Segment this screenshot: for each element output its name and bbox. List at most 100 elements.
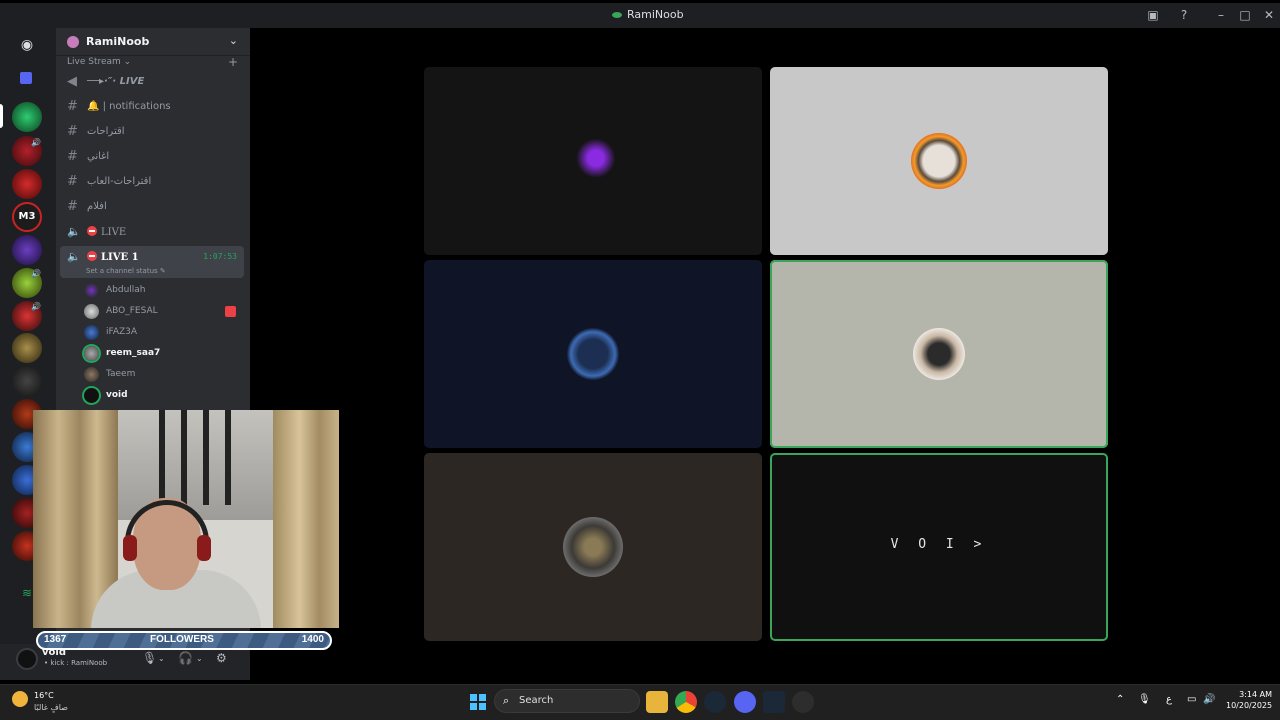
discord-home-icon[interactable]: ◉: [12, 32, 42, 62]
avatar: [84, 367, 99, 382]
settings-gear-icon[interactable]: ⚙: [216, 651, 227, 665]
speaker-icon: 🔊: [31, 138, 41, 147]
taskbar-search[interactable]: ⌕ Search: [494, 689, 640, 713]
folder-icon[interactable]: [20, 72, 32, 84]
username: Taeem: [106, 369, 136, 379]
network-icon[interactable]: ▭: [1187, 694, 1196, 705]
channel-label: 🔔 | notifications: [87, 101, 171, 112]
app-icon-obs[interactable]: [704, 691, 726, 713]
window-title: RamiNoob: [612, 8, 684, 21]
speaker-active-icon: 🔈: [67, 250, 81, 263]
voice-user-abo-fesal[interactable]: ABO_FESAL: [84, 303, 244, 321]
taskbar-clock[interactable]: 3:14 AM 10/20/2025: [1226, 689, 1272, 711]
channel-voice-live[interactable]: 🔈 LIVE: [60, 221, 244, 243]
headphone-cup-left: [123, 535, 137, 561]
avatar: [84, 304, 99, 319]
search-label: Search: [519, 695, 554, 706]
clock-time: 3:14 AM: [1239, 690, 1272, 699]
audio-options-chevron-icon[interactable]: ⌄: [196, 654, 203, 663]
avatar: [84, 283, 99, 298]
chevron-down-icon[interactable]: ⌄: [229, 34, 238, 47]
channel-label: LIVE: [101, 227, 127, 238]
inbox-icon[interactable]: ▣: [1146, 8, 1160, 22]
channel-songs[interactable]: # اغاني: [60, 146, 244, 168]
webcam-overlay: [33, 410, 339, 628]
windows-start-icon[interactable]: [467, 691, 489, 713]
close-button[interactable]: ✕: [1261, 7, 1277, 23]
participant-avatar: [913, 328, 965, 380]
tray-microphone-icon[interactable]: 🎙: [1138, 694, 1151, 705]
windows-taskbar: 16°C صافٍ غالبًا ⌕ Search ⌃ 🎙 ع ▭ 🔊 3:14…: [0, 684, 1280, 720]
voice-user-void[interactable]: void: [84, 387, 244, 405]
participant-tile-abdullah[interactable]: [424, 67, 762, 255]
server-header[interactable]: RamiNoob ⌄: [56, 28, 250, 56]
add-channel-icon[interactable]: +: [228, 55, 238, 69]
user-avatar[interactable]: [16, 648, 38, 670]
volume-icon[interactable]: 🔊: [1203, 694, 1215, 705]
server-icon-gamers[interactable]: [12, 235, 42, 265]
participant-tile-reem-saa7[interactable]: [770, 260, 1108, 448]
megaphone-icon: ◀: [67, 74, 77, 89]
participant-avatar: [565, 133, 621, 189]
no-entry-icon: [87, 226, 97, 236]
voice-stage: V O I >: [250, 28, 1280, 680]
username: ABO_FESAL: [106, 306, 158, 316]
voice-user-ifaz3a[interactable]: iFAZ3A: [84, 324, 244, 342]
cam-window-bars: [143, 410, 243, 505]
server-icon-m3[interactable]: M3: [12, 202, 42, 232]
speaker-icon: 🔊: [31, 302, 41, 311]
app-icon: [612, 11, 622, 18]
hash-icon: #: [67, 124, 78, 139]
followers-current: 1367: [44, 634, 67, 645]
streaming-badge: [225, 306, 236, 317]
participant-tile-taeem[interactable]: [424, 453, 762, 641]
followers-label: FOLLOWERS: [150, 634, 214, 645]
chrome-icon[interactable]: [675, 691, 697, 713]
avatar: [84, 325, 99, 340]
channel-suggestions[interactable]: # اقتراحات: [60, 121, 244, 143]
mic-options-chevron-icon[interactable]: ⌄: [158, 654, 165, 663]
microphone-icon[interactable]: 🎙: [142, 651, 157, 665]
avatar: [84, 346, 99, 361]
avatar: [84, 388, 99, 403]
channel-label: اقتراحات: [87, 126, 125, 137]
participant-tile-abo-fesal[interactable]: [770, 67, 1108, 255]
hash-icon: #: [67, 149, 78, 164]
clock-date: 10/20/2025: [1226, 701, 1273, 710]
participant-avatar: [563, 517, 623, 577]
server-icon-9[interactable]: [12, 366, 42, 396]
server-raminoob-icon[interactable]: [12, 102, 42, 132]
channel-status-setter[interactable]: Set a channel status ✎: [86, 267, 166, 275]
channel-movies[interactable]: # افلام: [60, 196, 244, 218]
participant-tile-ifaz3a[interactable]: [424, 260, 762, 448]
headphones-icon[interactable]: 🎧: [178, 651, 193, 665]
channel-notifications[interactable]: # 🔔 | notifications: [60, 96, 244, 118]
followers-goal: 1400: [301, 634, 324, 645]
server-icon-3[interactable]: [12, 169, 42, 199]
voice-user-abdullah[interactable]: Abdullah: [84, 282, 244, 300]
discord-taskbar-icon[interactable]: [734, 691, 756, 713]
channel-label: اغاني: [87, 151, 110, 162]
participant-avatar: [911, 133, 967, 189]
participant-tile-void[interactable]: V O I >: [770, 453, 1108, 641]
channel-live-announce[interactable]: ◀ ──▸·″· LIVE: [60, 71, 244, 93]
tray-chevron-up-icon[interactable]: ⌃: [1116, 694, 1124, 705]
headphone-cup-right: [197, 535, 211, 561]
channel-label: افلام: [87, 201, 107, 212]
steam-icon[interactable]: [763, 691, 785, 713]
followers-goal-bar: 1367 FOLLOWERS 1400: [36, 631, 332, 650]
help-icon[interactable]: ?: [1177, 8, 1191, 22]
maximize-button[interactable]: □: [1237, 7, 1253, 23]
channel-game-suggestions[interactable]: # اقتراحات-العاب: [60, 171, 244, 193]
window-title-text: RamiNoob: [627, 8, 684, 21]
speaker-icon: 🔈: [67, 225, 81, 238]
server-name: RamiNoob: [86, 35, 150, 48]
app-icon-extra[interactable]: [792, 691, 814, 713]
file-explorer-icon[interactable]: [646, 691, 668, 713]
minimize-button[interactable]: –: [1213, 7, 1229, 23]
voice-user-reem-saa7[interactable]: reem_saa7: [84, 345, 244, 363]
voice-user-taeem[interactable]: Taeem: [84, 366, 244, 384]
language-indicator[interactable]: ع: [1166, 694, 1172, 705]
category-live-stream[interactable]: Live Stream ⌄: [67, 57, 131, 67]
server-icon-8[interactable]: [12, 333, 42, 363]
